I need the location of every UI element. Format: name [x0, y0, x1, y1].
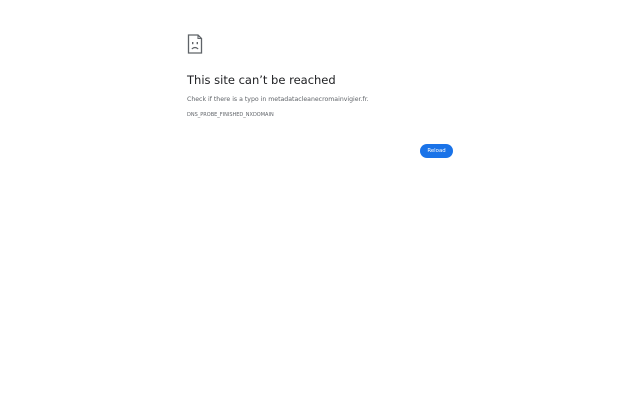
sad-page-icon: [187, 34, 203, 54]
reload-button[interactable]: Reload: [420, 144, 453, 158]
error-suggestion: Check if there is a typo in metadataclea…: [187, 96, 369, 103]
error-content: This site can’t be reached Check if ther…: [187, 34, 453, 118]
error-code: DNS_PROBE_FINISHED_NXDOMAIN: [187, 112, 274, 118]
error-page: This site can’t be reached Check if ther…: [0, 0, 640, 400]
page-title: This site can’t be reached: [187, 73, 336, 87]
